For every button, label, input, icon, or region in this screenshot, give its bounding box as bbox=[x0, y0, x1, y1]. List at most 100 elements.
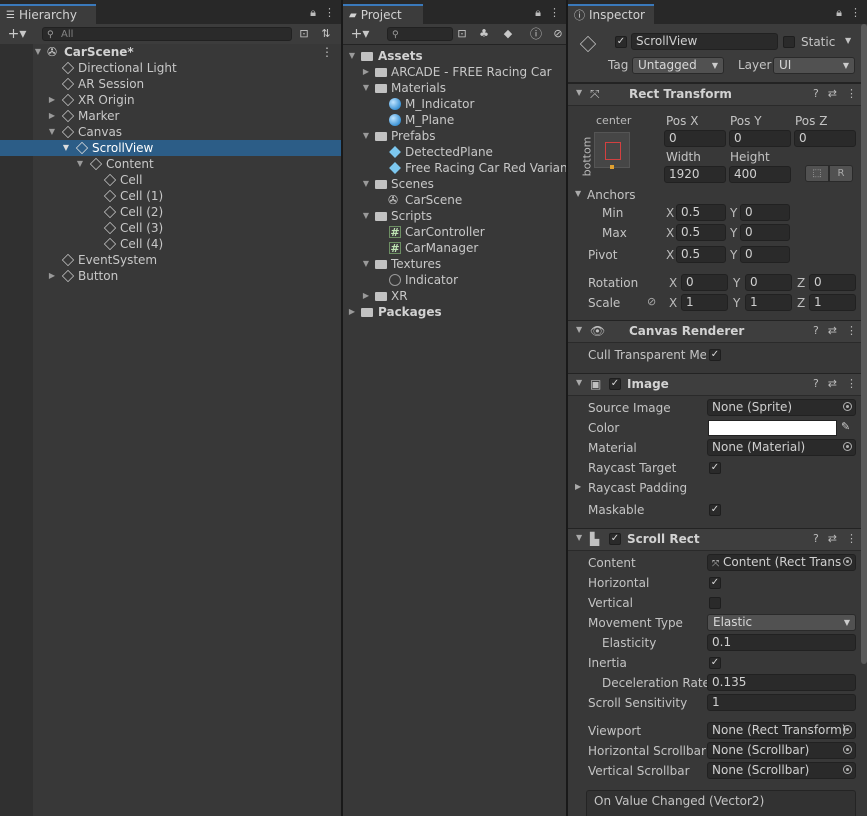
kebab-menu-icon[interactable]: ⋮ bbox=[846, 532, 857, 545]
image-header[interactable]: ▼ ▣ ✓ Image ? ⇄ ⋮ bbox=[568, 373, 867, 396]
content-field[interactable]: ⤧ Content (Rect Trans bbox=[707, 554, 856, 571]
tree-item[interactable]: ✇ CarScene bbox=[343, 192, 566, 208]
scale-z-field[interactable]: 1 bbox=[809, 294, 856, 311]
scale-y-field[interactable]: 1 bbox=[745, 294, 792, 311]
maskable-checkbox[interactable]: ✓ bbox=[709, 504, 721, 516]
filter-type-icon[interactable]: ♣ bbox=[475, 26, 493, 42]
scroll-rect-enabled-checkbox[interactable]: ✓ bbox=[609, 533, 621, 545]
preset-icon[interactable]: ⇄ bbox=[828, 87, 837, 100]
collapse-arrow-icon[interactable]: ▶ bbox=[47, 268, 57, 284]
tree-item-selected[interactable]: ▼ ScrollView bbox=[0, 140, 341, 156]
kebab-menu-icon[interactable]: ⋮ bbox=[549, 6, 560, 20]
tree-item[interactable]: Cell (3) bbox=[0, 220, 341, 236]
expand-arrow-icon[interactable]: ▼ bbox=[576, 325, 582, 334]
posy-field[interactable]: 0 bbox=[729, 130, 791, 147]
tree-item[interactable]: Directional Light bbox=[0, 60, 341, 76]
tag-dropdown[interactable]: Untagged ▼ bbox=[632, 57, 724, 74]
tree-item[interactable]: DetectedPlane bbox=[343, 144, 566, 160]
help-icon[interactable]: ? bbox=[813, 87, 819, 100]
horizontal-scrollbar-field[interactable]: None (Scrollbar) bbox=[707, 742, 856, 759]
tree-item[interactable]: # CarManager bbox=[343, 240, 566, 256]
tree-item[interactable]: ▼ Assets bbox=[343, 48, 566, 64]
anchor-max-y-field[interactable]: 0 bbox=[740, 224, 790, 241]
horizontal-checkbox[interactable]: ✓ bbox=[709, 577, 721, 589]
source-image-field[interactable]: None (Sprite) bbox=[707, 399, 856, 416]
hierarchy-search-input[interactable]: ⚲ All bbox=[42, 27, 292, 41]
eyedropper-icon[interactable]: ✎ bbox=[841, 420, 850, 433]
cull-transparent-checkbox[interactable]: ✓ bbox=[709, 349, 721, 361]
anchor-min-y-field[interactable]: 0 bbox=[740, 204, 790, 221]
search-scene-icon[interactable]: ⊡ bbox=[295, 26, 313, 42]
anchor-preset-button[interactable] bbox=[594, 132, 630, 169]
preset-icon[interactable]: ⇄ bbox=[828, 324, 837, 337]
link-icon[interactable]: ⊘ bbox=[647, 295, 656, 308]
viewport-field[interactable]: None (Rect Transform) bbox=[707, 722, 856, 739]
raycast-padding-label[interactable]: Raycast Padding bbox=[588, 481, 687, 495]
kebab-menu-icon[interactable]: ⋮ bbox=[324, 6, 335, 20]
width-field[interactable]: 1920 bbox=[664, 166, 726, 183]
object-picker-icon[interactable] bbox=[843, 725, 852, 734]
raw-edit-button[interactable]: R bbox=[829, 165, 853, 182]
lock-icon[interactable]: 🔒︎ bbox=[310, 6, 316, 20]
static-checkbox[interactable] bbox=[783, 36, 795, 48]
tree-item[interactable]: AR Session bbox=[0, 76, 341, 92]
lock-icon[interactable]: 🔒︎ bbox=[836, 6, 842, 20]
pivot-y-field[interactable]: 0 bbox=[740, 246, 790, 263]
height-field[interactable]: 400 bbox=[729, 166, 791, 183]
expand-arrow-icon[interactable]: ▼ bbox=[576, 533, 582, 542]
expand-arrow-icon[interactable]: ▼ bbox=[361, 208, 371, 224]
kebab-menu-icon[interactable]: ⋮ bbox=[846, 87, 857, 100]
tree-item[interactable]: ▶ Button bbox=[0, 268, 341, 284]
hidden-packages-icon[interactable]: ⊘ bbox=[549, 26, 566, 42]
tree-item[interactable]: ▼ Scripts bbox=[343, 208, 566, 224]
sort-icon[interactable]: ⇅ bbox=[317, 26, 335, 42]
chevron-down-icon[interactable]: ▼ bbox=[845, 36, 851, 45]
preset-icon[interactable]: ⇄ bbox=[828, 532, 837, 545]
vertical-checkbox[interactable] bbox=[709, 597, 721, 609]
expand-arrow-icon[interactable]: ▼ bbox=[361, 128, 371, 144]
anchor-max-x-field[interactable]: 0.5 bbox=[676, 224, 726, 241]
collapse-arrow-icon[interactable]: ▶ bbox=[47, 108, 57, 124]
anchor-min-x-field[interactable]: 0.5 bbox=[676, 204, 726, 221]
warning-icon[interactable]: ⓘ bbox=[527, 26, 545, 42]
raycast-target-checkbox[interactable]: ✓ bbox=[709, 462, 721, 474]
blueprint-mode-button[interactable]: ⬚ bbox=[805, 165, 829, 182]
movement-type-dropdown[interactable]: Elastic ▼ bbox=[707, 614, 856, 631]
tree-item[interactable]: ▶ XR bbox=[343, 288, 566, 304]
expand-arrow-icon[interactable]: ▼ bbox=[576, 88, 582, 97]
inertia-checkbox[interactable]: ✓ bbox=[709, 657, 721, 669]
tree-item[interactable]: Cell (2) bbox=[0, 204, 341, 220]
deceleration-rate-field[interactable]: 0.135 bbox=[707, 674, 856, 691]
tree-item[interactable]: Cell (1) bbox=[0, 188, 341, 204]
rotation-x-field[interactable]: 0 bbox=[681, 274, 728, 291]
tree-item[interactable]: ▼ Materials bbox=[343, 80, 566, 96]
vertical-scrollbar-field[interactable]: None (Scrollbar) bbox=[707, 762, 856, 779]
expand-arrow-icon[interactable]: ▼ bbox=[47, 124, 57, 140]
help-icon[interactable]: ? bbox=[813, 377, 819, 390]
tree-item[interactable]: ▼ Prefabs bbox=[343, 128, 566, 144]
posx-field[interactable]: 0 bbox=[664, 130, 726, 147]
tree-item[interactable]: Cell bbox=[0, 172, 341, 188]
filter-label-icon[interactable]: ◆ bbox=[499, 26, 517, 42]
layer-dropdown[interactable]: UI ▼ bbox=[773, 57, 855, 74]
collapse-arrow-icon[interactable]: ▶ bbox=[347, 304, 357, 320]
tree-item[interactable]: M_Plane bbox=[343, 112, 566, 128]
active-checkbox[interactable]: ✓ bbox=[615, 36, 627, 48]
expand-arrow-icon[interactable]: ▼ bbox=[361, 80, 371, 96]
tree-item[interactable]: ▶ ARCADE - FREE Racing Car bbox=[343, 64, 566, 80]
lock-icon[interactable]: 🔒︎ bbox=[535, 6, 541, 20]
object-picker-icon[interactable] bbox=[843, 442, 852, 451]
scene-row[interactable]: ▼ ✇ CarScene* ⋮ bbox=[0, 44, 341, 60]
object-picker-icon[interactable] bbox=[843, 745, 852, 754]
tree-item[interactable]: EventSystem bbox=[0, 252, 341, 268]
kebab-menu-icon[interactable]: ⋮ bbox=[846, 377, 857, 390]
object-picker-icon[interactable] bbox=[843, 402, 852, 411]
create-button[interactable]: +▾ bbox=[347, 26, 373, 42]
tree-item[interactable]: ▶ Packages bbox=[343, 304, 566, 320]
pivot-x-field[interactable]: 0.5 bbox=[676, 246, 726, 263]
elasticity-field[interactable]: 0.1 bbox=[707, 634, 856, 651]
image-enabled-checkbox[interactable]: ✓ bbox=[609, 378, 621, 390]
collapse-arrow-icon[interactable]: ▶ bbox=[47, 92, 57, 108]
on-value-changed-event[interactable]: On Value Changed (Vector2) bbox=[586, 790, 856, 816]
scale-x-field[interactable]: 1 bbox=[681, 294, 728, 311]
